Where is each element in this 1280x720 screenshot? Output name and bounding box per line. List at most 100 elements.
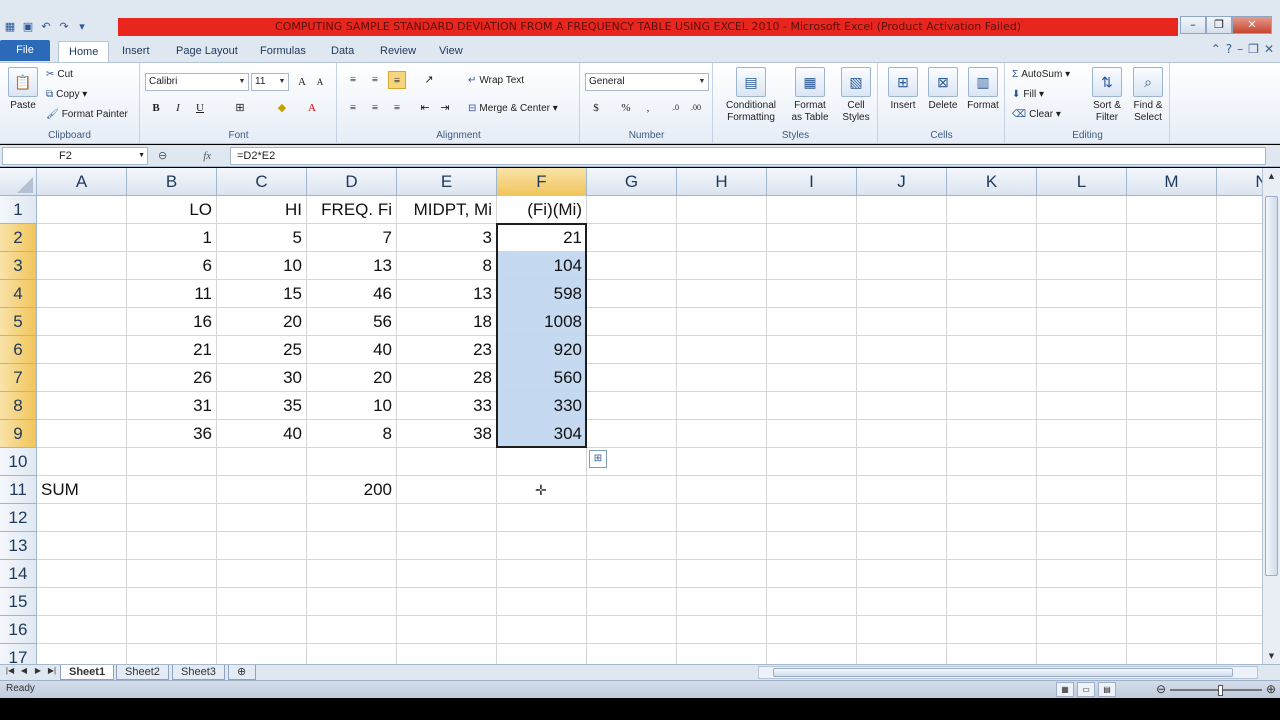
cell-h5[interactable] [677, 308, 767, 336]
merge-center-button[interactable]: ⊟ Merge & Center ▾ [468, 103, 558, 114]
tab-page-layout[interactable]: Page Layout [166, 41, 248, 62]
number-format-combo[interactable]: General ▼ [585, 73, 709, 91]
cell-n4[interactable] [1217, 280, 1262, 308]
cell-g9[interactable] [587, 420, 677, 448]
cell-j2[interactable] [857, 224, 947, 252]
cell-i8[interactable] [767, 392, 857, 420]
first-sheet-icon[interactable]: |◀ [4, 666, 16, 675]
cell-g2[interactable] [587, 224, 677, 252]
cell-c13[interactable] [217, 532, 307, 560]
cell-g6[interactable] [587, 336, 677, 364]
cell-i6[interactable] [767, 336, 857, 364]
cell-l8[interactable] [1037, 392, 1127, 420]
cell-e13[interactable] [397, 532, 497, 560]
cell-m17[interactable] [1127, 644, 1217, 664]
cell-b2[interactable]: 1 [127, 224, 217, 252]
cell-d3[interactable]: 13 [307, 252, 397, 280]
cell-e6[interactable]: 23 [397, 336, 497, 364]
cell-j4[interactable] [857, 280, 947, 308]
horizontal-scrollbar[interactable] [758, 666, 1258, 679]
cell-c5[interactable]: 20 [217, 308, 307, 336]
cell-c16[interactable] [217, 616, 307, 644]
cell-d5[interactable]: 56 [307, 308, 397, 336]
cell-m7[interactable] [1127, 364, 1217, 392]
cell-n7[interactable] [1217, 364, 1262, 392]
cell-m11[interactable] [1127, 476, 1217, 504]
cell-d13[interactable] [307, 532, 397, 560]
cell-j17[interactable] [857, 644, 947, 664]
cell-h6[interactable] [677, 336, 767, 364]
cell-g15[interactable] [587, 588, 677, 616]
cell-h2[interactable] [677, 224, 767, 252]
vertical-scroll-thumb[interactable] [1265, 196, 1278, 576]
insert-function-icon[interactable]: fx [203, 150, 211, 162]
cell-h8[interactable] [677, 392, 767, 420]
cell-b7[interactable]: 26 [127, 364, 217, 392]
cell-k4[interactable] [947, 280, 1037, 308]
autosum-button[interactable]: Σ AutoSum ▾ [1012, 69, 1070, 80]
tab-insert[interactable]: Insert [112, 41, 160, 62]
cell-f2[interactable]: 21 [497, 224, 587, 252]
column-header-h[interactable]: H [677, 168, 767, 196]
cell-b6[interactable]: 21 [127, 336, 217, 364]
cell-b3[interactable]: 6 [127, 252, 217, 280]
cell-f5[interactable]: 1008 [497, 308, 587, 336]
cell-g16[interactable] [587, 616, 677, 644]
cell-m6[interactable] [1127, 336, 1217, 364]
cell-d9[interactable]: 8 [307, 420, 397, 448]
tab-view[interactable]: View [429, 41, 473, 62]
cell-k17[interactable] [947, 644, 1037, 664]
column-header-l[interactable]: L [1037, 168, 1127, 196]
cell-b12[interactable] [127, 504, 217, 532]
sort-filter-button[interactable]: ⇅ Sort & Filter [1088, 67, 1126, 124]
cell-f14[interactable] [497, 560, 587, 588]
cell-k2[interactable] [947, 224, 1037, 252]
cell-c10[interactable] [217, 448, 307, 476]
cell-m2[interactable] [1127, 224, 1217, 252]
cell-d17[interactable] [307, 644, 397, 664]
cell-l9[interactable] [1037, 420, 1127, 448]
cell-a16[interactable] [37, 616, 127, 644]
cell-e17[interactable] [397, 644, 497, 664]
cell-i14[interactable] [767, 560, 857, 588]
cell-i17[interactable] [767, 644, 857, 664]
normal-view-icon[interactable]: ▦ [1056, 682, 1074, 697]
column-header-c[interactable]: C [217, 168, 307, 196]
column-header-f[interactable]: F [497, 168, 587, 196]
cell-l4[interactable] [1037, 280, 1127, 308]
cell-h11[interactable] [677, 476, 767, 504]
cell-n9[interactable] [1217, 420, 1262, 448]
cell-h15[interactable] [677, 588, 767, 616]
cut-button[interactable]: ✂ Cut [46, 69, 73, 80]
cell-m10[interactable] [1127, 448, 1217, 476]
redo-icon[interactable]: ↷ [56, 19, 72, 35]
cell-c15[interactable] [217, 588, 307, 616]
cell-f1[interactable]: (Fi)(Mi) [497, 196, 587, 224]
formula-input[interactable]: =D2*E2 [230, 147, 1266, 165]
cell-a7[interactable] [37, 364, 127, 392]
cell-i12[interactable] [767, 504, 857, 532]
cell-n17[interactable] [1217, 644, 1262, 664]
cell-e5[interactable]: 18 [397, 308, 497, 336]
italic-icon[interactable]: I [169, 99, 187, 117]
cell-m4[interactable] [1127, 280, 1217, 308]
increase-indent-icon[interactable]: ⇥ [436, 99, 454, 117]
cell-c2[interactable]: 5 [217, 224, 307, 252]
cell-e11[interactable] [397, 476, 497, 504]
cell-e16[interactable] [397, 616, 497, 644]
cell-j10[interactable] [857, 448, 947, 476]
conditional-formatting-button[interactable]: ▤ Conditional Formatting [718, 67, 784, 124]
row-header-8[interactable]: 8 [0, 392, 37, 420]
cell-m12[interactable] [1127, 504, 1217, 532]
minimize-ribbon-icon[interactable]: ⌃ [1211, 42, 1221, 56]
expand-icon[interactable]: ⊖ [158, 149, 167, 162]
row-header-12[interactable]: 12 [0, 504, 37, 532]
column-header-n[interactable]: N [1217, 168, 1262, 196]
cell-g11[interactable] [587, 476, 677, 504]
comma-icon[interactable]: , [639, 99, 657, 117]
column-header-b[interactable]: B [127, 168, 217, 196]
row-header-6[interactable]: 6 [0, 336, 37, 364]
cell-g7[interactable] [587, 364, 677, 392]
horizontal-scroll-thumb[interactable] [773, 668, 1233, 677]
cell-d6[interactable]: 40 [307, 336, 397, 364]
